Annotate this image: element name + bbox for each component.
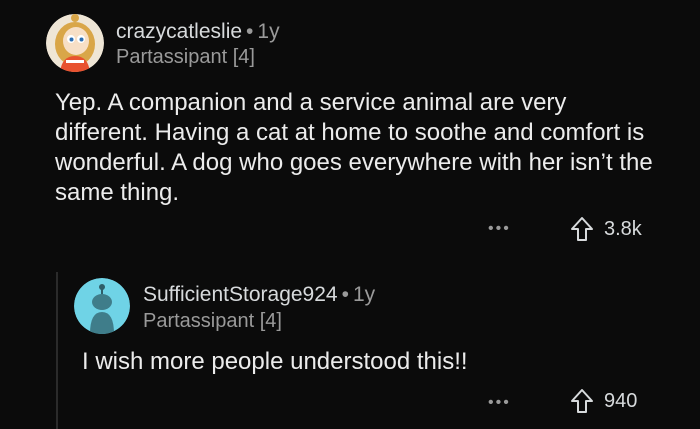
comment-age: 1y xyxy=(257,20,280,43)
avatar[interactable] xyxy=(74,278,130,334)
user-flair: Partassipant [4] xyxy=(143,310,282,332)
comment-body: Yep. A companion and a service animal ar… xyxy=(55,89,653,206)
upvote-arrow-icon xyxy=(571,217,593,241)
comment-author[interactable]: SufficientStorage924 • 1y xyxy=(143,283,375,307)
comment-author[interactable]: crazycatleslie • 1y xyxy=(116,20,280,44)
username-text[interactable]: SufficientStorage924 xyxy=(143,283,338,306)
separator-dot: • xyxy=(341,283,349,306)
thread-line[interactable] xyxy=(56,272,58,429)
avatar[interactable] xyxy=(46,14,104,72)
comment-body: I wish more people understood this!! xyxy=(82,348,468,375)
user-flair: Partassipant [4] xyxy=(116,46,255,68)
upvote-button[interactable]: 940 xyxy=(570,388,637,414)
more-options-icon[interactable]: ••• xyxy=(488,394,511,412)
more-options-icon[interactable]: ••• xyxy=(488,220,511,238)
user-avatar-icon xyxy=(46,14,104,72)
upvote-button[interactable]: 3.8k xyxy=(570,216,642,242)
vote-count: 3.8k xyxy=(604,217,642,240)
upvote-arrow-icon xyxy=(571,389,593,413)
comment-age: 1y xyxy=(352,283,376,306)
username-text[interactable]: crazycatleslie xyxy=(116,20,242,43)
vote-count: 940 xyxy=(604,389,638,412)
separator-dot: • xyxy=(246,20,254,43)
user-avatar-icon xyxy=(74,278,130,334)
